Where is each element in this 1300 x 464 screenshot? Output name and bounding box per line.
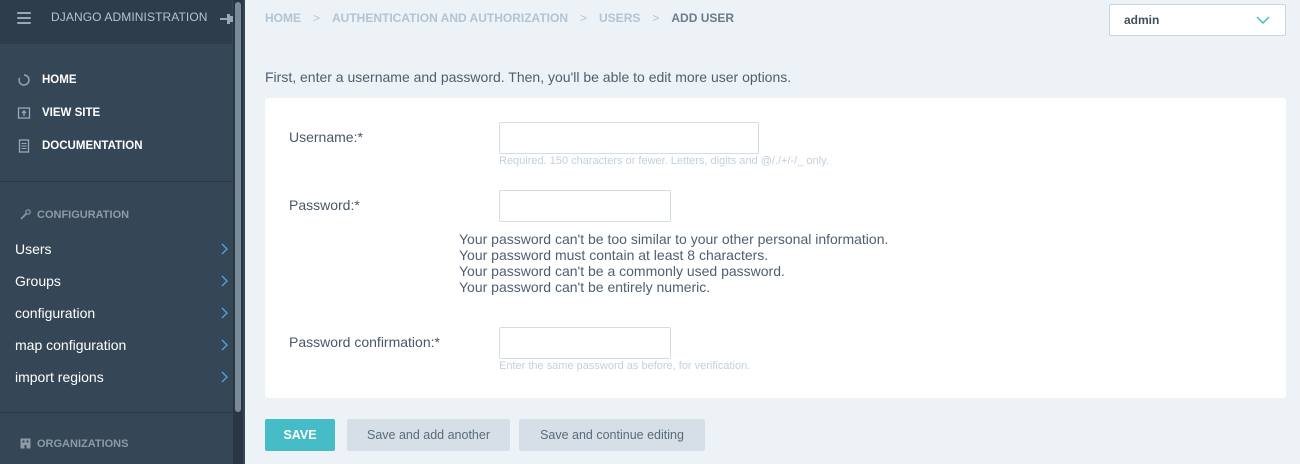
password-rule: Your password can't be a commonly used p… xyxy=(459,263,785,279)
chevron-right-icon xyxy=(221,371,228,383)
password-rule: Your password can't be too similar to yo… xyxy=(459,231,889,247)
sidebar-item-label: import regions xyxy=(15,369,104,385)
section-title: CONFIGURATION xyxy=(37,208,130,221)
sidebar-link-view-site[interactable]: VIEW SITE xyxy=(17,103,100,123)
documentation-icon xyxy=(17,139,31,153)
password-rule: Your password must contain at least 8 ch… xyxy=(459,247,769,263)
sidebar-header: DJANGO ADMINISTRATION xyxy=(0,0,234,44)
home-icon xyxy=(17,73,31,87)
scrollbar-thumb[interactable] xyxy=(235,2,241,412)
breadcrumb-auth[interactable]: AUTHENTICATION AND AUTHORIZATION xyxy=(332,11,568,25)
breadcrumb-separator: > xyxy=(652,11,660,25)
wrench-icon xyxy=(19,208,32,221)
username-label: Username:* xyxy=(289,129,363,145)
username-help: Required. 150 characters or fewer. Lette… xyxy=(499,155,829,167)
sidebar-link-home[interactable]: HOME xyxy=(17,70,77,90)
sidebar-item-label: map configuration xyxy=(15,337,127,353)
breadcrumb-current: ADD USER xyxy=(671,11,735,25)
chevron-right-icon xyxy=(221,275,228,287)
menu-icon[interactable] xyxy=(17,12,31,24)
user-menu-select[interactable]: admin xyxy=(1109,4,1286,36)
chevron-right-icon xyxy=(221,307,228,319)
password-rule: Your password can't be entirely numeric. xyxy=(459,279,711,295)
breadcrumb-users[interactable]: USERS xyxy=(599,11,640,25)
intro-text: First, enter a username and password. Th… xyxy=(265,69,792,85)
username-input[interactable] xyxy=(499,122,759,154)
sidebar-link-label: VIEW SITE xyxy=(42,107,101,119)
user-menu-value: admin xyxy=(1124,13,1160,27)
app-title[interactable]: DJANGO ADMINISTRATION xyxy=(51,10,208,24)
sidebar-divider xyxy=(0,181,233,182)
password-input[interactable] xyxy=(499,190,671,222)
save-and-add-another-button[interactable]: Save and add another xyxy=(347,419,510,451)
breadcrumb-separator: > xyxy=(313,11,321,25)
chevron-right-icon xyxy=(221,243,228,255)
building-icon xyxy=(19,437,32,450)
password-confirmation-input[interactable] xyxy=(499,327,671,359)
sidebar-divider xyxy=(0,412,233,413)
sidebar-item-label: Users xyxy=(15,241,52,257)
sidebar-link-label: DOCUMENTATION xyxy=(42,140,143,152)
sidebar-item-configuration[interactable]: configuration xyxy=(0,301,233,325)
sidebar-item-label: Groups xyxy=(15,273,61,289)
sidebar-item-label: configuration xyxy=(15,305,96,321)
sidebar-scrollbar[interactable] xyxy=(233,0,243,464)
section-organizations: ORGANIZATIONS xyxy=(19,437,128,450)
breadcrumb: HOME > AUTHENTICATION AND AUTHORIZATION … xyxy=(265,11,734,25)
sidebar-item-users[interactable]: Users xyxy=(0,237,233,261)
view-site-icon xyxy=(17,106,31,120)
section-title: ORGANIZATIONS xyxy=(37,437,129,450)
sidebar-link-documentation[interactable]: DOCUMENTATION xyxy=(17,136,143,156)
save-button[interactable]: SAVE xyxy=(265,419,335,451)
password-confirmation-label: Password confirmation:* xyxy=(289,334,440,350)
section-configuration: CONFIGURATION xyxy=(19,208,129,221)
password-rules: Your password can't be too similar to yo… xyxy=(459,231,888,295)
breadcrumb-home[interactable]: HOME xyxy=(265,11,301,25)
save-and-continue-button[interactable]: Save and continue editing xyxy=(519,419,705,451)
chevron-right-icon xyxy=(221,339,228,351)
sidebar: DJANGO ADMINISTRATION HOME VIEW SITE DOC… xyxy=(0,0,245,464)
sidebar-item-import-regions[interactable]: import regions xyxy=(0,365,233,389)
pin-icon[interactable] xyxy=(218,11,234,27)
sidebar-link-label: HOME xyxy=(42,74,77,86)
breadcrumb-separator: > xyxy=(580,11,588,25)
add-user-form: Username:* Required. 150 characters or f… xyxy=(265,98,1286,398)
sidebar-item-map-configuration[interactable]: map configuration xyxy=(0,333,233,357)
sidebar-item-groups[interactable]: Groups xyxy=(0,269,233,293)
chevron-down-icon xyxy=(1256,16,1270,25)
password-label: Password:* xyxy=(289,197,360,213)
password-confirmation-help: Enter the same password as before, for v… xyxy=(499,360,751,372)
